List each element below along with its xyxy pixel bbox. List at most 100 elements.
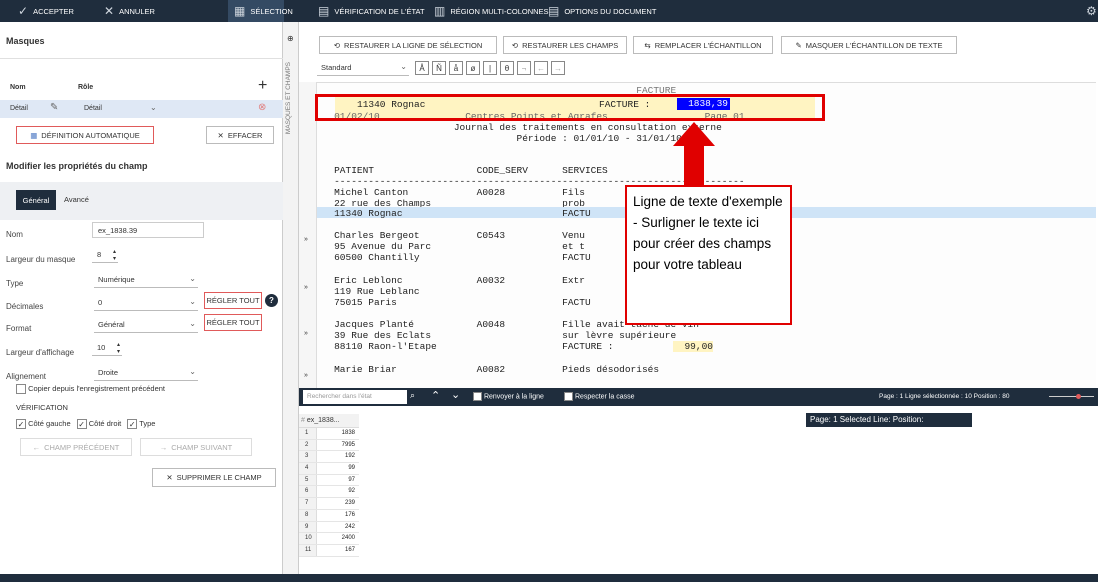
grid-cell[interactable]: 97 — [348, 477, 355, 483]
next-field-button[interactable]: → CHAMP SUIVANT — [140, 438, 252, 456]
match-case-checkbox[interactable]: Respecter la casse — [564, 392, 634, 401]
grid-cell[interactable]: 176 — [345, 512, 355, 518]
hide-sample-button[interactable]: ✎ MASQUER L'ÉCHANTILLON DE TEXTE — [781, 36, 957, 54]
format-select[interactable]: Général ⌄ — [94, 317, 198, 333]
table-row[interactable]: 7 239 — [299, 498, 359, 510]
edit-icon[interactable]: ✎ — [50, 102, 58, 113]
masks-fields-tab[interactable]: ⊕ MASQUES ET CHAMPS — [283, 22, 299, 574]
status-readout: Page: 1 Selected Line: Position: — [806, 413, 972, 427]
grid-cell[interactable]: 2400 — [342, 535, 355, 541]
replace-sample-button[interactable]: ⇆ REMPLACER L'ÉCHANTILLON — [633, 36, 773, 54]
row-number: 3 — [299, 451, 317, 463]
masks-title: Masques — [6, 36, 45, 46]
slash-o-button[interactable]: ø — [466, 61, 480, 75]
decimals-select[interactable]: 0 ⌄ — [94, 295, 198, 311]
grid-cell[interactable]: 7995 — [342, 442, 355, 448]
mask-row[interactable]: Détail ✎ Détail ⌄ ⊗ — [0, 100, 283, 118]
table-row[interactable]: 3 192 — [299, 451, 359, 464]
name-field[interactable]: ex_1838.39 — [92, 222, 204, 238]
chevron-down-icon[interactable]: ⌄ — [451, 388, 460, 401]
verify-state-button[interactable]: ▤ VÉRIFICATION DE L'ÉTAT — [318, 0, 425, 22]
name-label: Nom — [6, 230, 23, 239]
delete-field-button[interactable]: ✕ SUPPRIMER LE CHAMP — [152, 468, 276, 487]
undo-icon[interactable]: ← — [534, 61, 548, 75]
chevron-down-icon[interactable]: ⌄ — [150, 103, 157, 112]
restore-selection-line-button[interactable]: ⟲ RESTAURER LA LIGNE DE SÉLECTION — [319, 36, 497, 54]
redo-icon[interactable]: → — [551, 61, 565, 75]
display-width-stepper[interactable]: 10 ▴ ▾ — [92, 340, 122, 356]
a-circumflex-button[interactable]: Å — [415, 61, 429, 75]
table-row[interactable]: 6 92 — [299, 486, 359, 499]
grid-cell[interactable]: 167 — [345, 547, 355, 553]
line-gutter: » » » » — [299, 82, 317, 400]
row-number: 8 — [299, 509, 317, 521]
wrap-checkbox[interactable]: Renvoyer à la ligne — [473, 392, 544, 401]
grid-cell[interactable]: 242 — [345, 524, 355, 530]
theta-button[interactable]: θ — [500, 61, 514, 75]
grid-cell[interactable]: 239 — [345, 500, 355, 506]
style-select[interactable]: Standard ⌄ — [317, 60, 409, 76]
grid-cell[interactable]: 99 — [348, 465, 355, 471]
left-side-checkbox[interactable]: ✓ Côté gauche — [16, 419, 71, 430]
selection-button[interactable]: ▦ SÉLECTION — [228, 0, 293, 22]
row-number: 9 — [299, 521, 317, 533]
type-checkbox[interactable]: ✓ Type — [127, 419, 155, 430]
ring-button[interactable]: å — [449, 61, 463, 75]
line-marker-icon[interactable]: » — [304, 330, 308, 337]
selection-icon: ▦ — [234, 4, 246, 18]
multi-column-button[interactable]: ▥ RÉGION MULTI-COLONNES — [434, 0, 549, 22]
restore-fields-button[interactable]: ⟲ RESTAURER LES CHAMPS — [503, 36, 627, 54]
grid-header[interactable]: # ex_1838... — [299, 414, 359, 428]
delete-mask-icon[interactable]: ⊗ — [258, 102, 266, 113]
pipe-button[interactable]: | — [483, 61, 497, 75]
table-row[interactable]: 11 167 — [299, 544, 359, 557]
gear-icon[interactable]: ⚙ — [1086, 0, 1097, 22]
line-marker-icon[interactable]: » — [304, 284, 308, 291]
table-row[interactable]: 4 99 — [299, 463, 359, 475]
auto-definition-button[interactable]: ▦ DÉFINITION AUTOMATIQUE — [16, 126, 154, 144]
table-row[interactable]: 5 97 — [299, 474, 359, 487]
hide-icon: ✎ — [795, 40, 802, 50]
table-row[interactable]: 2 7995 — [299, 439, 359, 452]
line-marker-icon[interactable]: » — [304, 372, 308, 379]
set-all-format-button[interactable]: RÉGLER TOUT — [204, 314, 262, 331]
grid-cell[interactable]: 1838 — [342, 430, 355, 436]
line-marker-icon[interactable]: » — [304, 236, 308, 243]
decimals-label: Décimales — [6, 302, 44, 311]
verification-label: VÉRIFICATION — [16, 403, 68, 412]
document-options-button[interactable]: ▤ OPTIONS DU DOCUMENT — [548, 0, 656, 22]
cancel-button[interactable]: ✕ ANNULER — [104, 0, 155, 22]
search-input[interactable]: Rechercher dans l'état — [303, 390, 407, 404]
tab-general[interactable]: Général — [16, 190, 56, 210]
invoice-amount: 99,00 — [673, 341, 713, 352]
help-icon[interactable]: ? — [265, 294, 278, 307]
sample-line-callout-box — [315, 94, 825, 121]
copy-previous-checkbox[interactable]: Copier depuis l'enregistrement précédent — [16, 384, 165, 395]
accept-button[interactable]: ✓ ACCEPTER — [18, 0, 74, 22]
grid-cell[interactable]: 192 — [345, 453, 355, 459]
mask-row-role[interactable]: Détail — [84, 105, 102, 112]
type-select[interactable]: Numérique ⌄ — [94, 272, 198, 288]
zoom-slider-handle[interactable] — [1076, 394, 1081, 399]
search-icon[interactable]: ⌕ — [410, 390, 415, 401]
set-all-decimals-button[interactable]: RÉGLER TOUT — [204, 292, 262, 309]
tab-advanced[interactable]: Avancé — [64, 195, 89, 204]
zoom-slider[interactable] — [1049, 396, 1094, 397]
previous-field-button[interactable]: ← CHAMP PRÉCÉDENT — [20, 438, 132, 456]
collapse-icon[interactable]: ⊕ — [287, 34, 294, 43]
mask-width-stepper[interactable]: 8 ▴ ▾ — [92, 247, 118, 263]
table-row[interactable]: 9 242 — [299, 521, 359, 534]
chevron-up-icon[interactable]: ⌃ — [431, 389, 440, 402]
add-mask-button[interactable]: + — [258, 77, 267, 95]
table-row[interactable]: 8 176 — [299, 509, 359, 522]
n-tilde-button[interactable]: Ñ — [432, 61, 446, 75]
grid-cell[interactable]: 92 — [348, 488, 355, 494]
clear-button[interactable]: ✕ EFFACER — [206, 126, 274, 144]
not-button[interactable]: ¬ — [517, 61, 531, 75]
column-header-name: Nom — [10, 84, 26, 91]
table-row[interactable]: 1 1838 — [299, 428, 359, 440]
alignment-select[interactable]: Droite ⌄ — [94, 365, 198, 381]
table-row[interactable]: 10 2400 — [299, 533, 359, 545]
right-side-checkbox[interactable]: ✓ Côté droit — [76, 419, 121, 430]
chevron-down-icon: ⌄ — [189, 319, 196, 328]
